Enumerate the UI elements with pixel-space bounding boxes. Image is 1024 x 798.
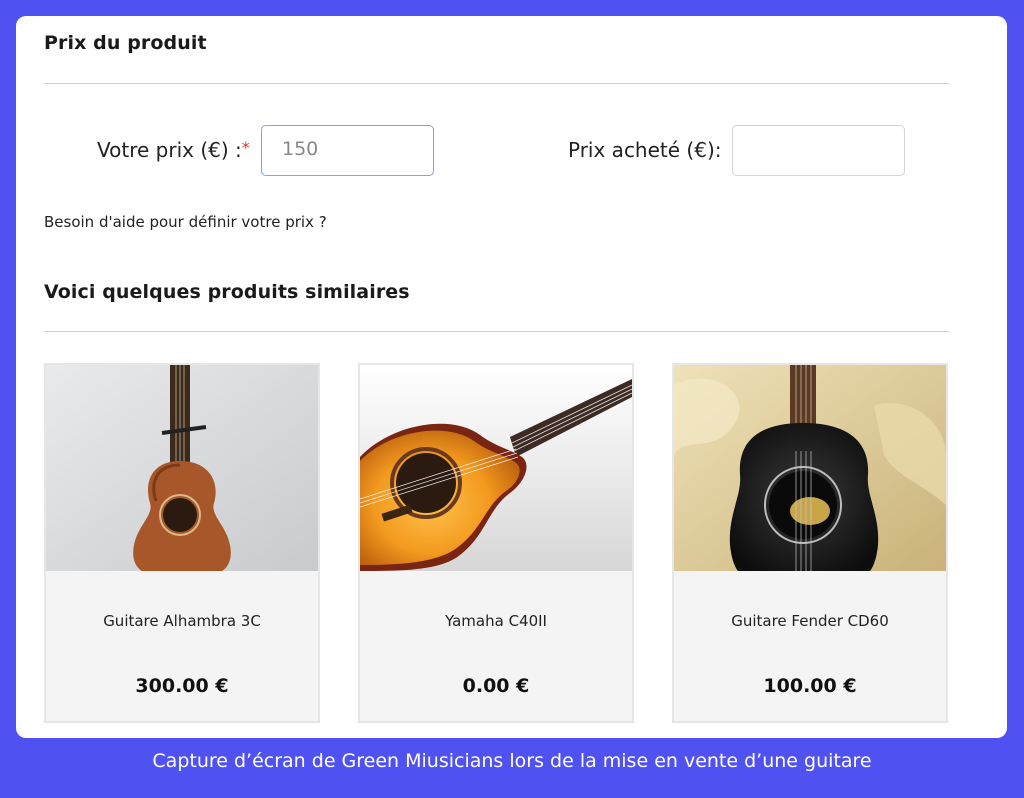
product-name: Guitare Alhambra 3C [103, 612, 261, 630]
bought-price-input[interactable] [732, 125, 905, 176]
bought-price-label: Prix acheté (€): [568, 138, 722, 162]
divider [44, 331, 949, 332]
product-image [360, 365, 632, 571]
product-card[interactable]: Guitare Alhambra 3C 300.00 € [44, 363, 320, 723]
similar-section-title: Voici quelques produits similaires [44, 281, 410, 303]
product-card[interactable]: Yamaha C40II 0.00 € [358, 363, 634, 723]
product-card[interactable]: Guitare Fender CD60 100.00 € [672, 363, 948, 723]
screenshot-caption: Capture d’écran de Green Miusicians lors… [152, 750, 872, 772]
your-price-input[interactable]: 150 [261, 125, 434, 176]
product-name: Guitare Fender CD60 [731, 612, 889, 630]
required-mark: * [241, 138, 250, 157]
product-price-panel: Prix du produit Votre prix (€) :* 150 Pr… [16, 16, 1007, 738]
price-help-text: Besoin d'aide pour définir votre prix ? [44, 213, 327, 231]
your-price-label-text: Votre prix (€) : [97, 138, 242, 162]
product-image [46, 365, 318, 571]
your-price-label: Votre prix (€) :* [97, 138, 250, 162]
price-section-title: Prix du produit [44, 32, 207, 54]
product-price: 100.00 € [763, 675, 857, 697]
product-price: 0.00 € [462, 675, 530, 697]
product-price: 300.00 € [135, 675, 229, 697]
product-image [674, 365, 946, 571]
divider [44, 83, 949, 84]
product-name: Yamaha C40II [445, 612, 547, 630]
